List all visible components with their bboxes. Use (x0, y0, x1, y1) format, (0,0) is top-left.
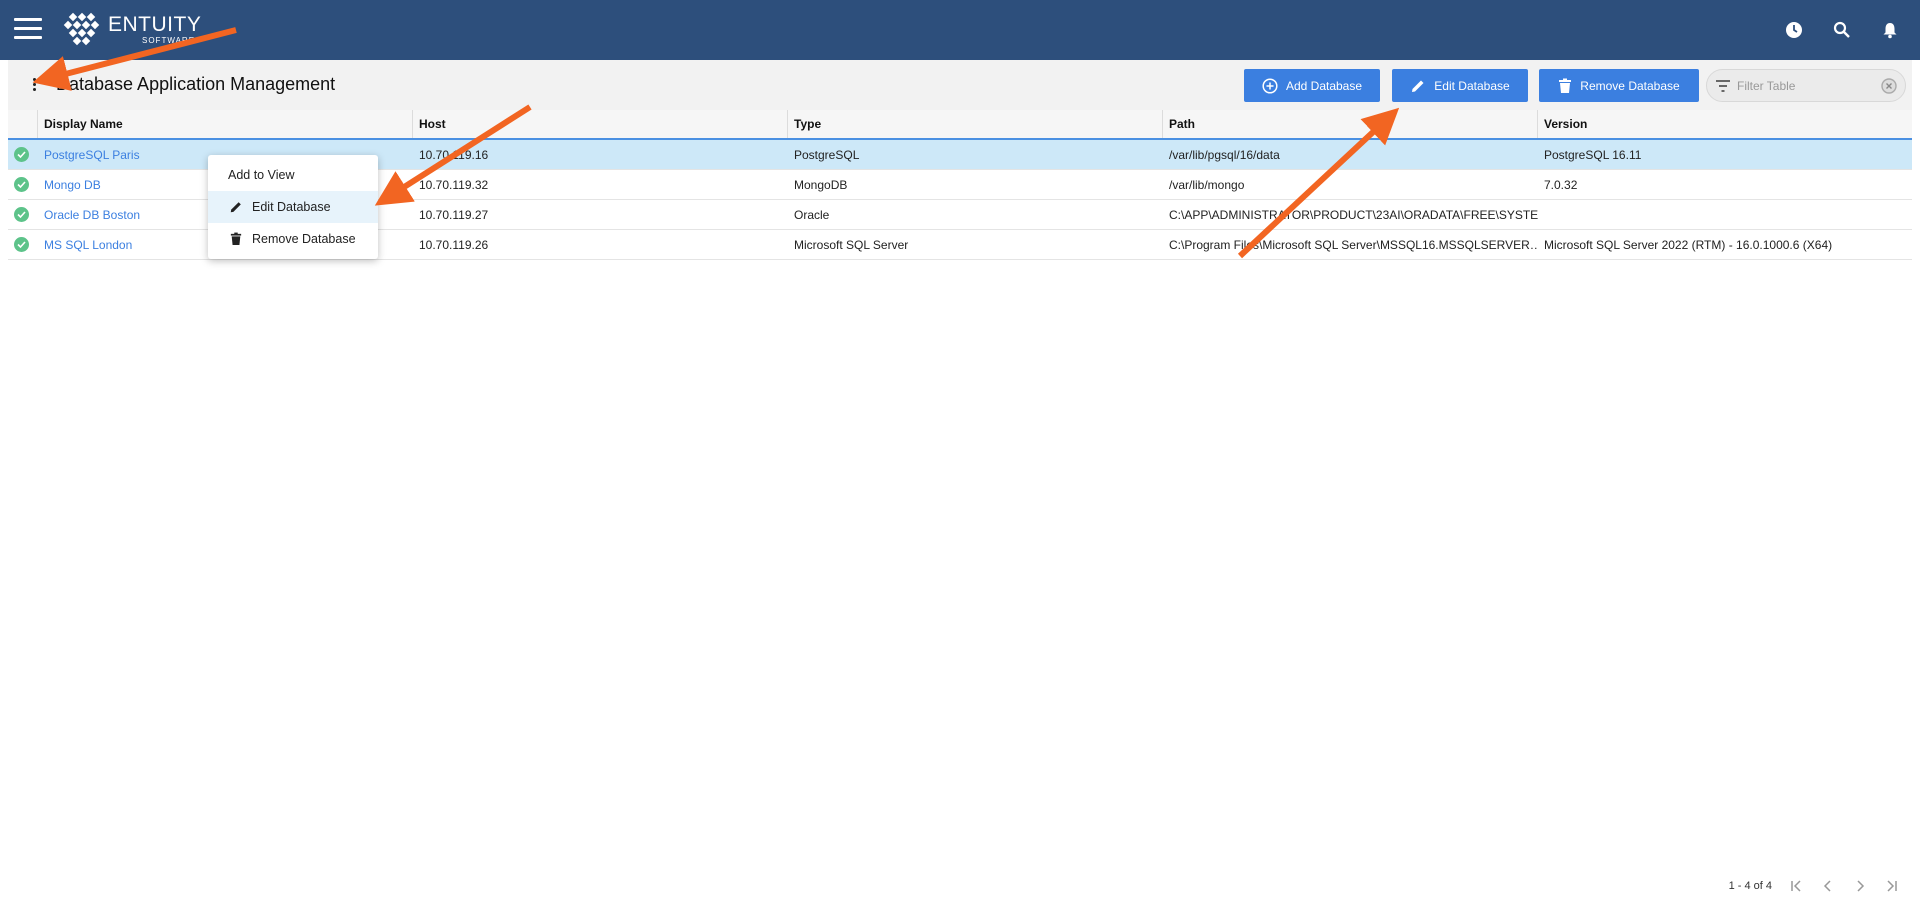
column-header-display-name[interactable]: Display Name (38, 110, 413, 138)
trash-icon (228, 232, 244, 246)
menu-item-edit-database[interactable]: Edit Database (208, 191, 378, 223)
table-header: Display Name Host Type Path Version (8, 110, 1912, 140)
pencil-icon (228, 200, 244, 214)
status-cell (8, 200, 38, 229)
host-cell: 10.70.119.26 (419, 237, 489, 252)
type-cell: Microsoft SQL Server (794, 237, 909, 252)
type-cell: MongoDB (794, 177, 848, 192)
row-context-menu: Add to View Edit Database Remove Databas… (208, 155, 378, 259)
pencil-icon (1412, 80, 1424, 92)
next-page-icon[interactable] (1852, 878, 1868, 894)
version-cell: Microsoft SQL Server 2022 (RTM) - 16.0.1… (1544, 237, 1833, 252)
menu-item-label: Edit Database (252, 200, 331, 214)
column-header-status (8, 110, 38, 138)
version-cell: PostgreSQL 16.11 (1544, 147, 1642, 162)
status-cell (8, 230, 38, 259)
entuity-logo-icon (63, 12, 100, 46)
pagination-range: 1 - 4 of 4 (1728, 880, 1772, 892)
column-header-path[interactable]: Path (1163, 110, 1538, 138)
remove-database-button[interactable]: Remove Database (1539, 69, 1699, 102)
path-cell: /var/lib/mongo (1169, 177, 1245, 192)
filter-icon (1716, 79, 1730, 92)
hamburger-icon[interactable] (14, 18, 42, 40)
status-cell (8, 170, 38, 199)
host-cell: 10.70.119.32 (419, 177, 489, 192)
clear-circle-icon[interactable] (1881, 77, 1897, 94)
edit-database-button[interactable]: Edit Database (1392, 69, 1528, 102)
menu-item-remove-database[interactable]: Remove Database (208, 223, 378, 255)
pagination: 1 - 4 of 4 (1729, 878, 1900, 894)
menu-item-add-to-view[interactable]: Add to View (208, 159, 378, 191)
page-header: Database Application Management Add Data… (8, 60, 1912, 110)
type-cell: PostgreSQL (794, 147, 860, 162)
check-circle-icon (14, 207, 29, 222)
menu-item-label: Remove Database (252, 232, 356, 246)
check-circle-icon (14, 237, 29, 252)
brand-name: ENTUITY (108, 13, 202, 36)
check-circle-icon (14, 177, 29, 192)
logo[interactable]: ENTUITY SOFTWARE™ (62, 12, 204, 48)
clock-icon[interactable] (1782, 18, 1806, 42)
check-circle-icon (14, 147, 29, 162)
menu-item-label: Add to View (228, 168, 295, 182)
brand-sub: SOFTWARE™ (142, 36, 205, 45)
column-header-host[interactable]: Host (413, 110, 788, 138)
display-name-link[interactable]: PostgreSQL Paris (44, 148, 140, 162)
host-cell: 10.70.119.27 (419, 207, 489, 222)
previous-page-icon[interactable] (1820, 878, 1836, 894)
add-database-label: Add Database (1285, 78, 1363, 93)
filter-box (1706, 69, 1906, 102)
path-cell: C:\Program Files\Microsoft SQL Server\MS… (1169, 237, 1538, 252)
type-cell: Oracle (794, 207, 830, 222)
version-cell: 7.0.32 (1544, 177, 1578, 192)
version-cell (1538, 200, 1912, 229)
status-cell (8, 140, 38, 169)
column-header-version[interactable]: Version (1538, 110, 1912, 138)
display-name-link[interactable]: Oracle DB Boston (44, 208, 140, 222)
display-name-link[interactable]: Mongo DB (44, 178, 101, 192)
top-bar: ENTUITY SOFTWARE™ (0, 0, 1920, 60)
more-vertical-icon[interactable] (30, 78, 38, 94)
plus-circle-icon (1262, 77, 1278, 94)
first-page-icon[interactable] (1788, 878, 1804, 894)
path-cell: /var/lib/pgsql/16/data (1169, 147, 1280, 162)
display-name-link[interactable]: MS SQL London (44, 238, 132, 252)
page-title: Database Application Management (56, 74, 336, 94)
path-cell: C:\APP\ADMINISTRATOR\PRODUCT\23AI\ORADAT… (1169, 207, 1538, 222)
last-page-icon[interactable] (1884, 878, 1900, 894)
filter-table-input[interactable] (1737, 78, 1881, 93)
search-icon[interactable] (1830, 18, 1854, 42)
remove-database-label: Remove Database (1580, 78, 1680, 93)
edit-database-label: Edit Database (1434, 78, 1510, 93)
trash-icon (1559, 78, 1572, 93)
column-header-type[interactable]: Type (788, 110, 1163, 138)
host-cell: 10.70.119.16 (419, 147, 489, 162)
add-database-button[interactable]: Add Database (1244, 69, 1380, 102)
bell-icon[interactable] (1878, 18, 1902, 42)
